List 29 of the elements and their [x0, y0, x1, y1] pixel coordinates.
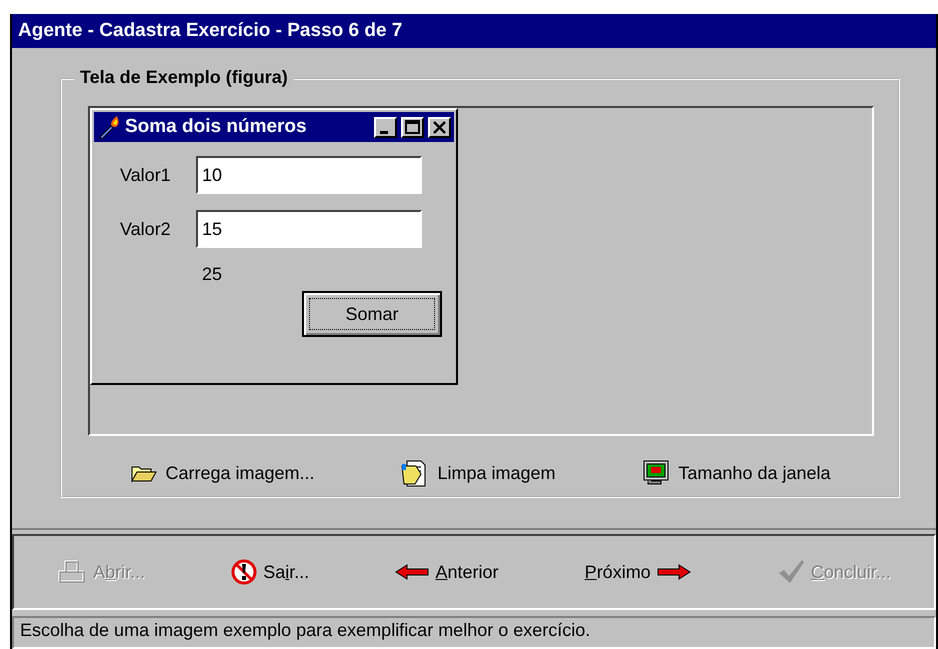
status-bar: Escolha de uma imagem exemplo para exemplificar melhor o exercício. [12, 616, 936, 649]
left-arrow-icon [395, 564, 430, 580]
input-field[interactable]: 15 [196, 210, 422, 248]
torch-icon [97, 115, 121, 139]
printer-icon [57, 559, 88, 585]
group-title: Tela de Exemplo (figura) [74, 67, 294, 88]
sum-button[interactable]: Somar [302, 291, 442, 337]
right-arrow-icon [656, 564, 691, 580]
window-title: Agente - Cadastra Exercício - Passo 6 de 7 [12, 14, 936, 48]
field-label: Valor1 [120, 164, 172, 186]
field-label: Valor2 [120, 218, 172, 240]
maximize-icon [403, 118, 422, 136]
wizard-button[interactable]: Sair... [227, 555, 314, 589]
maximize-button[interactable] [401, 116, 424, 138]
minimize-icon [380, 131, 388, 134]
image-action-button[interactable]: Limpa imagem [397, 454, 560, 492]
minimize-button[interactable] [374, 116, 397, 138]
input-field[interactable]: 10 [196, 156, 422, 194]
wizard-button[interactable]: Próximo [580, 558, 695, 586]
monitor-icon [642, 459, 670, 487]
image-action-button[interactable]: Carrega imagem... [127, 454, 319, 492]
close-button[interactable] [428, 116, 451, 138]
close-icon [430, 118, 449, 136]
preview-title: Soma dois números [125, 116, 308, 138]
wizard-button[interactable]: Anterior [391, 558, 503, 586]
image-action-button[interactable]: Tamanho da janela [638, 454, 835, 492]
no-entry-icon [231, 559, 258, 585]
result-text: 25 [202, 264, 224, 285]
check-icon [776, 559, 805, 585]
